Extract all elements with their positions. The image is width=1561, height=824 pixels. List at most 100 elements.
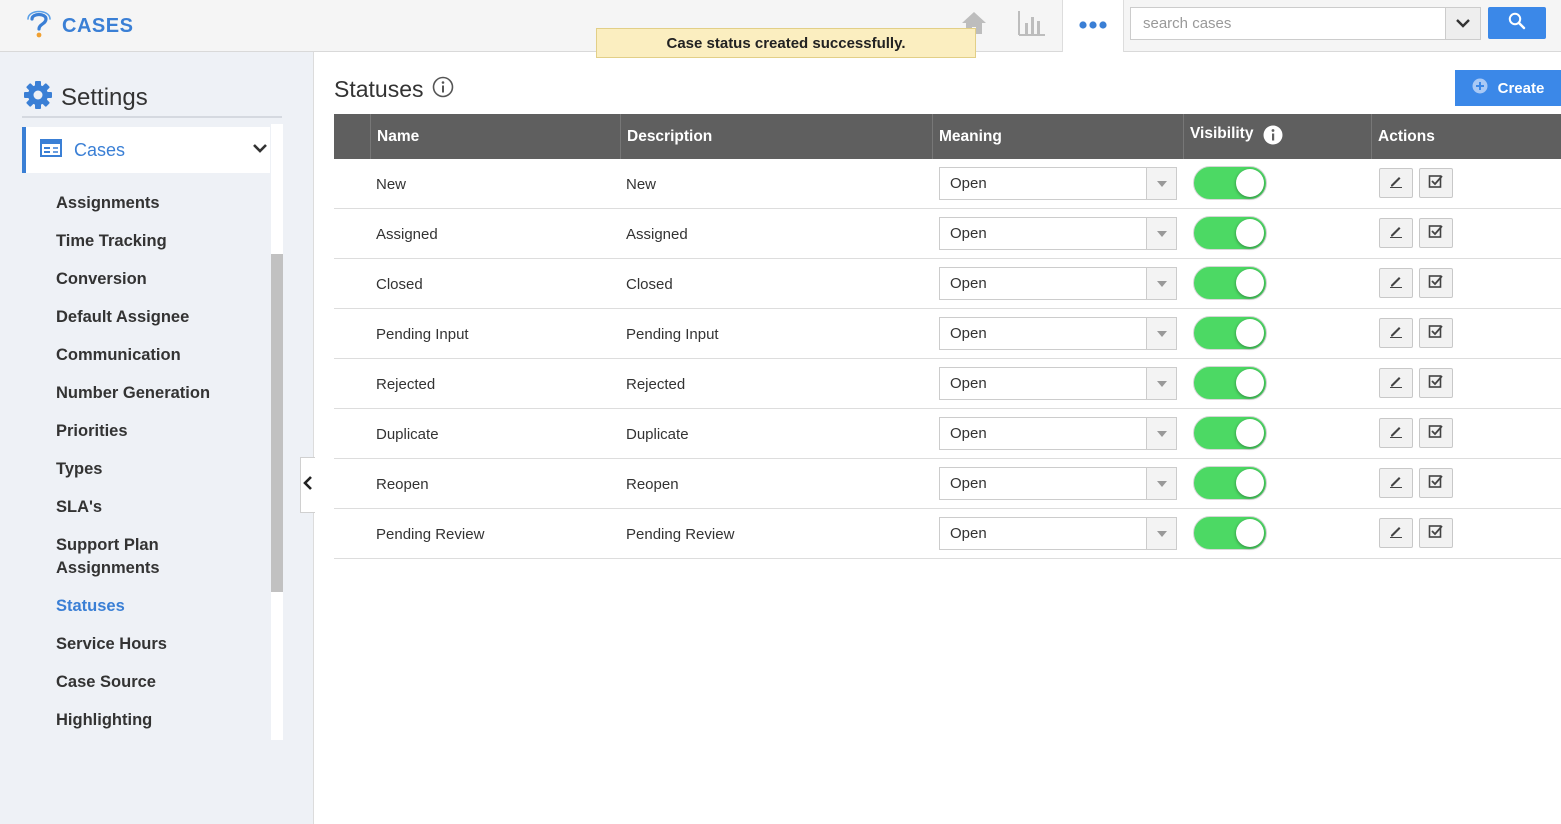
status-name: Closed — [376, 275, 423, 293]
table-header: Name Description Meaning Visibility Acti… — [334, 114, 1561, 159]
edit-button[interactable] — [1379, 318, 1413, 348]
sidebar-item-statuses[interactable]: Statuses — [56, 595, 266, 618]
meaning-select[interactable]: Open — [939, 317, 1177, 350]
status-description: Closed — [626, 275, 673, 293]
activate-button[interactable] — [1419, 268, 1453, 298]
sidebar-menu: Assignments Time Tracking Conversion Def… — [56, 192, 266, 747]
more-button[interactable] — [1062, 0, 1124, 52]
column-header-description[interactable]: Description — [620, 114, 932, 159]
table-row: Pending Review Pending Review Open — [334, 509, 1561, 559]
table-row: Closed Closed Open — [334, 259, 1561, 309]
edit-button[interactable] — [1379, 168, 1413, 198]
meaning-select[interactable]: Open — [939, 417, 1177, 450]
cases-list-icon — [40, 138, 62, 162]
activate-button[interactable] — [1419, 368, 1453, 398]
status-description: Duplicate — [626, 425, 689, 443]
sidebar-scroll-thumb[interactable] — [271, 254, 283, 592]
status-name: Reopen — [376, 475, 429, 493]
app-logo[interactable]: CASES — [24, 8, 133, 45]
reports-button[interactable] — [1010, 0, 1054, 51]
meaning-select[interactable]: Open — [939, 217, 1177, 250]
caret-down-icon — [1146, 218, 1176, 249]
sidebar-item-communication[interactable]: Communication — [56, 344, 266, 367]
search-input[interactable] — [1131, 8, 1445, 39]
pencil-icon — [1389, 174, 1403, 193]
sidebar-item-types[interactable]: Types — [56, 458, 266, 481]
sidebar-item-support-plan-assignments[interactable]: Support Plan Assignments — [56, 534, 186, 580]
success-toast: Case status created successfully. — [596, 28, 976, 58]
search-dropdown-button[interactable] — [1445, 8, 1480, 39]
checkbox-icon — [1428, 423, 1444, 444]
meaning-select[interactable]: Open — [939, 517, 1177, 550]
meaning-select[interactable]: Open — [939, 467, 1177, 500]
visibility-toggle[interactable] — [1193, 316, 1267, 350]
table-row: New New Open — [334, 159, 1561, 209]
meaning-select[interactable]: Open — [939, 367, 1177, 400]
table-row: Reopen Reopen Open — [334, 459, 1561, 509]
divider — [22, 116, 282, 118]
status-description: Assigned — [626, 225, 688, 243]
edit-button[interactable] — [1379, 468, 1413, 498]
meaning-value: Open — [950, 375, 987, 392]
visibility-label: Visibility — [1190, 125, 1254, 142]
edit-button[interactable] — [1379, 268, 1413, 298]
visibility-toggle[interactable] — [1193, 466, 1267, 500]
sidebar-item-conversion[interactable]: Conversion — [56, 268, 266, 291]
toggle-knob — [1236, 319, 1264, 347]
status-description: Pending Input — [626, 325, 719, 343]
column-header-meaning[interactable]: Meaning — [932, 114, 1183, 159]
sidebar-item-service-hours[interactable]: Service Hours — [56, 633, 266, 656]
status-description: Pending Review — [626, 525, 735, 543]
page-header: Statuses — [334, 76, 454, 103]
status-name: Assigned — [376, 225, 438, 243]
page-title: Statuses — [334, 76, 424, 102]
collapse-sidebar-button[interactable] — [300, 457, 315, 513]
create-status-button[interactable]: Create — [1455, 70, 1561, 106]
visibility-toggle[interactable] — [1193, 166, 1267, 200]
activate-button[interactable] — [1419, 418, 1453, 448]
activate-button[interactable] — [1419, 168, 1453, 198]
meaning-select[interactable]: Open — [939, 267, 1177, 300]
toggle-knob — [1236, 369, 1264, 397]
edit-button[interactable] — [1379, 518, 1413, 548]
status-name: Duplicate — [376, 425, 439, 443]
column-header-name[interactable]: Name — [370, 114, 620, 159]
sidebar-item-time-tracking[interactable]: Time Tracking — [56, 230, 266, 253]
visibility-toggle[interactable] — [1193, 216, 1267, 250]
info-icon[interactable] — [432, 76, 454, 103]
chevron-down-icon — [1456, 15, 1470, 33]
info-icon[interactable] — [1263, 125, 1283, 150]
toggle-knob — [1236, 419, 1264, 447]
activate-button[interactable] — [1419, 218, 1453, 248]
pencil-icon — [1389, 524, 1403, 543]
edit-button[interactable] — [1379, 368, 1413, 398]
status-name: New — [376, 175, 407, 193]
visibility-toggle[interactable] — [1193, 366, 1267, 400]
checkbox-icon — [1428, 173, 1444, 194]
visibility-toggle[interactable] — [1193, 266, 1267, 300]
edit-button[interactable] — [1379, 418, 1413, 448]
activate-button[interactable] — [1419, 318, 1453, 348]
table-row: Assigned Assigned Open — [334, 209, 1561, 259]
sidebar-item-default-assignee[interactable]: Default Assignee — [56, 306, 266, 329]
activate-button[interactable] — [1419, 468, 1453, 498]
meaning-value: Open — [950, 225, 987, 242]
column-header-actions: Actions — [1371, 114, 1561, 159]
edit-button[interactable] — [1379, 218, 1413, 248]
search-button[interactable] — [1488, 7, 1546, 39]
visibility-toggle[interactable] — [1193, 416, 1267, 450]
visibility-toggle[interactable] — [1193, 516, 1267, 550]
sidebar-item-number-generation[interactable]: Number Generation — [56, 382, 266, 405]
column-header-visibility[interactable]: Visibility — [1183, 114, 1371, 159]
sidebar-item-slas[interactable]: SLA's — [56, 496, 266, 519]
sidebar-item-highlighting[interactable]: Highlighting — [56, 709, 266, 732]
sidebar-item-assignments[interactable]: Assignments — [56, 192, 266, 215]
table-row: Rejected Rejected Open — [334, 359, 1561, 409]
bar-chart-icon — [1017, 9, 1047, 42]
sidebar-item-priorities[interactable]: Priorities — [56, 420, 266, 443]
activate-button[interactable] — [1419, 518, 1453, 548]
sidebar-section-cases[interactable]: Cases — [22, 127, 270, 173]
sidebar-item-case-source[interactable]: Case Source — [56, 671, 266, 694]
meaning-select[interactable]: Open — [939, 167, 1177, 200]
plus-circle-icon — [1472, 78, 1488, 98]
